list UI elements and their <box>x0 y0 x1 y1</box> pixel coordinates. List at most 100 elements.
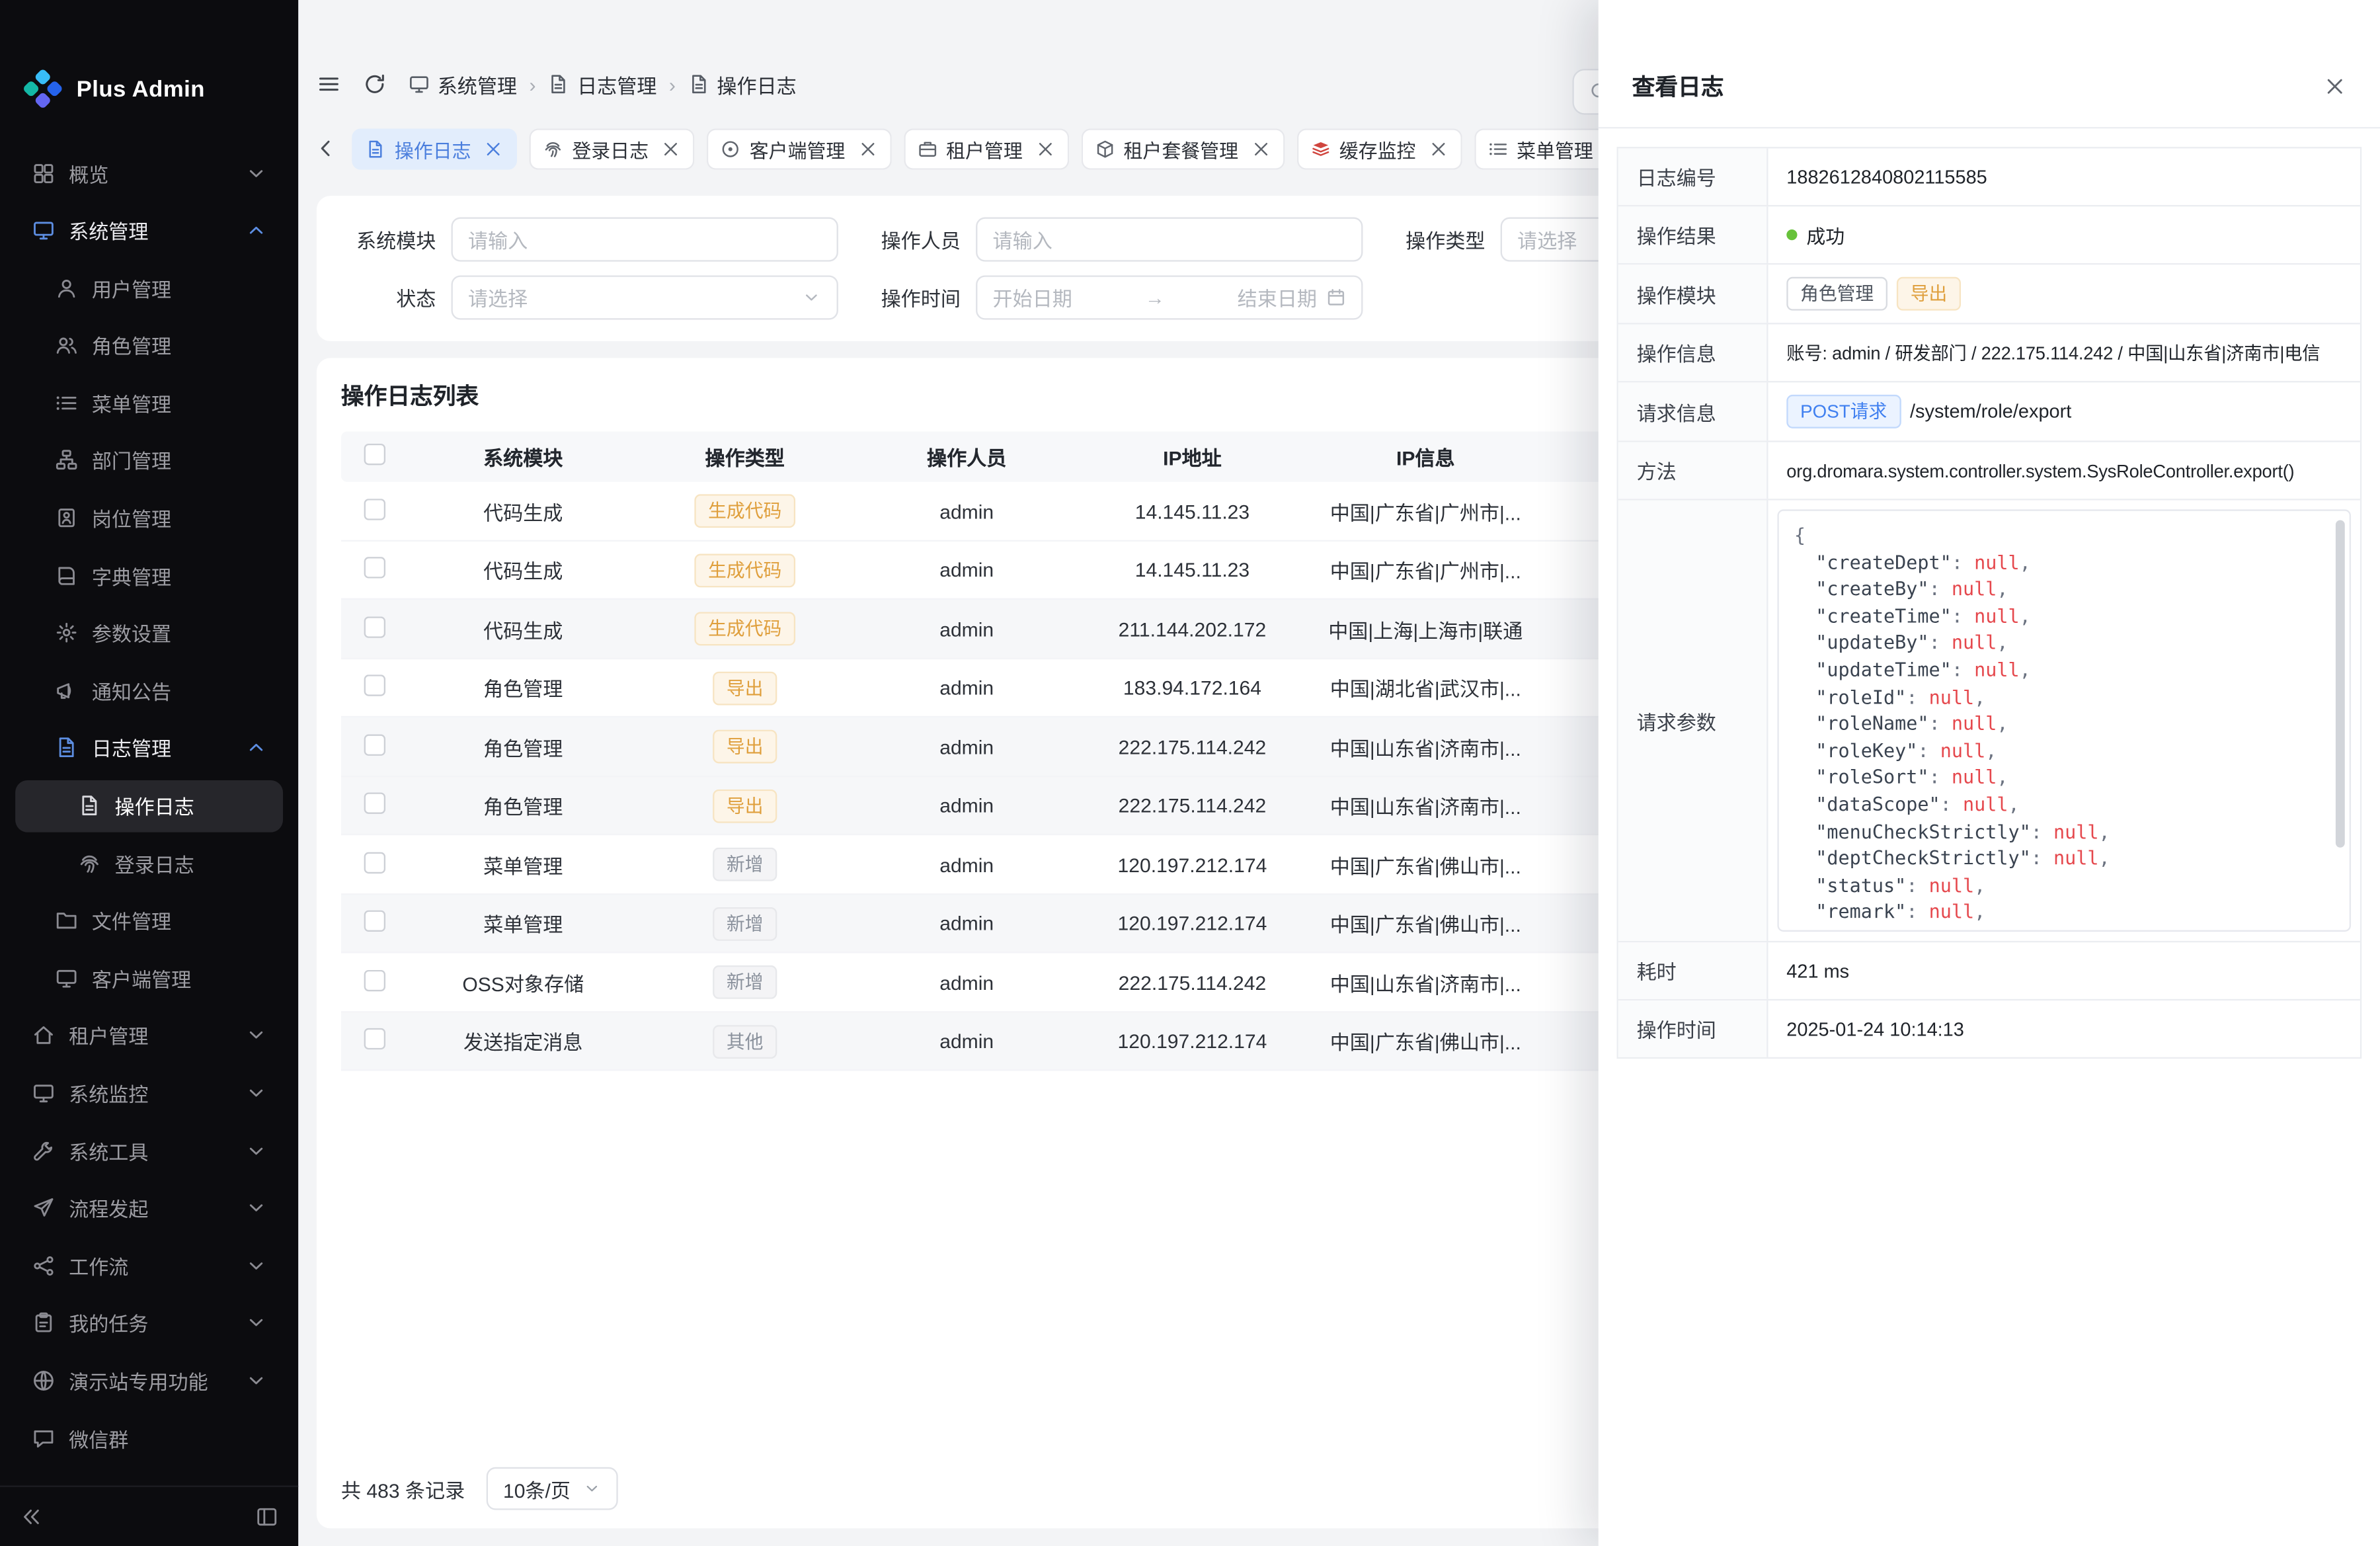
tab-label: 菜单管理 <box>1517 134 1593 163</box>
column-header[interactable]: IP信息 <box>1303 442 1548 471</box>
filter-input-operator[interactable]: 请输入 <box>976 218 1363 262</box>
tab-close-icon[interactable] <box>1035 138 1054 158</box>
row-checkbox[interactable] <box>364 557 385 579</box>
wrench-icon <box>32 1139 56 1162</box>
sidebar-item-param-settings[interactable]: 参数设置 <box>15 607 283 659</box>
users-icon <box>55 334 78 357</box>
cell-ip-info: 中国|山东省|济南市|... <box>1303 733 1548 762</box>
sidebar-item-dict-management[interactable]: 字典管理 <box>15 549 283 602</box>
menu-toggle-icon[interactable] <box>317 72 341 97</box>
row-checkbox[interactable] <box>364 793 385 814</box>
sidebar-item-file-management[interactable]: 文件管理 <box>15 895 283 947</box>
refresh-icon[interactable] <box>362 72 387 97</box>
sidebar-item-my-tasks[interactable]: 我的任务 <box>15 1297 283 1350</box>
breadcrumb-item-log-management[interactable]: 日志管理 <box>548 69 656 99</box>
cell-ip: 222.175.114.242 <box>1082 971 1303 995</box>
sidebar-item-system-management[interactable]: 系统管理 <box>15 204 283 257</box>
chevron-down-icon <box>582 1479 601 1498</box>
app-logo[interactable]: Plus Admin <box>0 46 298 132</box>
filter-daterange-time[interactable]: 开始日期→结束日期 <box>976 275 1363 319</box>
sidebar-item-tenant-management[interactable]: 租户管理 <box>15 1010 283 1062</box>
row-checkbox[interactable] <box>364 499 385 520</box>
cell-module: 角色管理 <box>409 733 638 762</box>
sidebar-item-wechat-group[interactable]: 微信群 <box>15 1412 283 1465</box>
sidebar-item-client-management[interactable]: 客户端管理 <box>15 952 283 1004</box>
sidebar-item-user-management[interactable]: 用户管理 <box>15 262 283 314</box>
row-checkbox[interactable] <box>364 852 385 873</box>
sidebar-item-system-monitor[interactable]: 系统监控 <box>15 1067 283 1119</box>
sidebar-item-label: 日志管理 <box>92 733 171 762</box>
column-header[interactable]: 操作类型 <box>638 442 852 471</box>
cell-ip-info: 中国|广东省|佛山市|... <box>1303 850 1548 879</box>
row-checkbox-cell <box>341 499 409 524</box>
tab-close-icon[interactable] <box>857 138 877 158</box>
sidebar-item-menu-management[interactable]: 菜单管理 <box>15 377 283 429</box>
placeholder: 请选择 <box>468 283 528 312</box>
sidebar-item-label: 流程发起 <box>69 1194 148 1223</box>
row-checkbox[interactable] <box>364 675 385 696</box>
sidebar-item-post-management[interactable]: 岗位管理 <box>15 492 283 544</box>
sidebar-item-log-management[interactable]: 日志管理 <box>15 722 283 774</box>
monitor-icon <box>55 967 78 990</box>
request-params-code[interactable]: {"createDept": null,"createBy": null,"cr… <box>1777 509 2351 932</box>
sidebar-item-role-management[interactable]: 角色管理 <box>15 319 283 372</box>
logo-icon <box>23 69 63 108</box>
filter-input-module[interactable]: 请输入 <box>452 218 838 262</box>
chevron-up-icon <box>245 219 268 242</box>
tab-tenant-package[interactable]: 租户套餐管理 <box>1081 128 1285 169</box>
sidebar-item-process-start[interactable]: 流程发起 <box>15 1182 283 1235</box>
breadcrumb-item-system-management[interactable]: 系统管理 <box>409 69 517 99</box>
scrollbar-thumb[interactable] <box>2336 520 2345 847</box>
row-checkbox[interactable] <box>364 969 385 991</box>
tab-login-log[interactable]: 登录日志 <box>530 128 695 169</box>
cell-module: 代码生成 <box>409 555 638 585</box>
placeholder: 请选择 <box>1517 225 1577 254</box>
field-text: 2025-01-24 10:14:13 <box>1786 1018 1964 1039</box>
page-size-select[interactable]: 10条/页 <box>487 1467 618 1510</box>
list-icon <box>55 391 78 415</box>
drawer-close-icon[interactable] <box>2323 75 2346 98</box>
breadcrumb-item-operation-log[interactable]: 操作日志 <box>688 69 796 99</box>
tab-close-icon[interactable] <box>661 138 681 158</box>
tab-close-icon[interactable] <box>1251 138 1271 158</box>
drawer-field-result: 操作结果成功 <box>1618 206 2360 264</box>
tab-tenant-management[interactable]: 租户管理 <box>903 128 1068 169</box>
column-header[interactable]: 操作人员 <box>852 442 1082 471</box>
sidebar-item-overview[interactable]: 概览 <box>15 147 283 199</box>
cell-ip: 183.94.172.164 <box>1082 676 1303 700</box>
row-checkbox[interactable] <box>364 734 385 755</box>
sidebar-item-login-log[interactable]: 登录日志 <box>15 837 283 889</box>
package-icon <box>1095 138 1115 158</box>
row-checkbox[interactable] <box>364 911 385 932</box>
sidebar-item-demo-features[interactable]: 演示站专用功能 <box>15 1355 283 1407</box>
column-header[interactable]: 系统模块 <box>409 442 638 471</box>
status-text: 成功 <box>1806 220 1844 249</box>
collapse-sidebar-icon[interactable] <box>20 1506 43 1529</box>
column-header[interactable]: IP地址 <box>1082 442 1303 471</box>
tab-client-management[interactable]: 客户端管理 <box>707 128 891 169</box>
param-line: "roleName": null, <box>1794 712 2325 739</box>
sidebar-item-system-tools[interactable]: 系统工具 <box>15 1125 283 1177</box>
tab-operation-log[interactable]: 操作日志 <box>352 128 517 169</box>
tabs-scroll-left-icon[interactable] <box>313 136 338 161</box>
cell-operation-type: 新增 <box>638 907 852 940</box>
module-tag: 角色管理 <box>1786 277 1887 311</box>
placeholder: 请输入 <box>993 225 1052 254</box>
sidebar-item-dept-management[interactable]: 部门管理 <box>15 434 283 487</box>
filter-select-status[interactable]: 请选择 <box>452 275 838 319</box>
tab-close-icon[interactable] <box>1428 138 1448 158</box>
sidebar-item-operation-log[interactable]: 操作日志 <box>15 780 283 832</box>
panel-toggle-icon[interactable] <box>255 1506 278 1529</box>
tab-cache-monitor[interactable]: 缓存监控 <box>1296 128 1462 169</box>
sidebar-item-workflow[interactable]: 工作流 <box>15 1240 283 1292</box>
select-all-checkbox[interactable] <box>364 444 385 465</box>
doc-icon <box>55 737 78 760</box>
field-label: 请求参数 <box>1618 501 1768 941</box>
row-checkbox[interactable] <box>364 616 385 637</box>
sidebar-item-notice[interactable]: 通知公告 <box>15 665 283 717</box>
monitor-icon <box>32 1082 56 1105</box>
drawer-descriptions: 日志编号1882612840802115585操作结果成功操作模块角色管理导出操… <box>1616 147 2361 1059</box>
row-checkbox[interactable] <box>364 1028 385 1049</box>
header-checkbox-cell <box>341 444 409 469</box>
tab-close-icon[interactable] <box>483 138 503 158</box>
